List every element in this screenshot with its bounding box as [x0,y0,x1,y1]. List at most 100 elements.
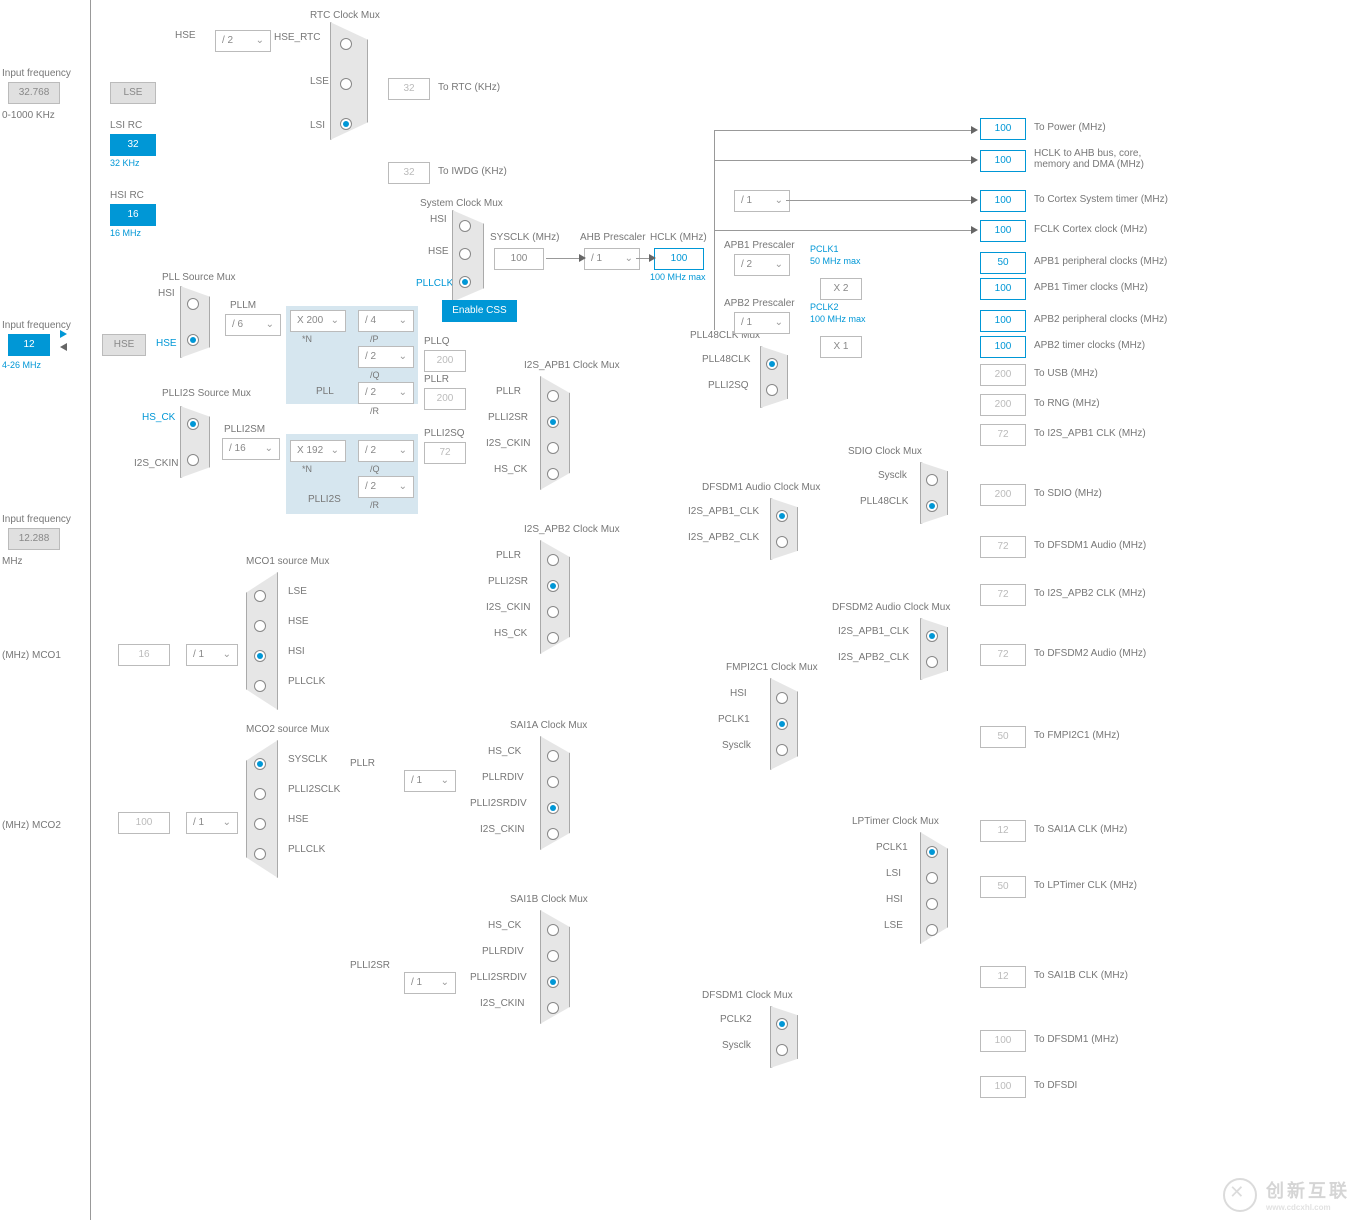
sai1b-plli2sr-div[interactable]: / 1 [404,972,456,994]
pllq[interactable]: / 2 [358,346,414,368]
lptimer-r2[interactable] [926,898,938,910]
sai1b-r2[interactable] [547,976,559,988]
dfsdm1a-mux[interactable] [770,498,798,560]
lse-freq[interactable]: 32.768 [8,82,60,104]
dfsdm1-r0[interactable] [776,1018,788,1030]
sai1a-r3[interactable] [547,828,559,840]
apb1-div[interactable]: / 2 [734,254,790,276]
sai1a-pllr-div[interactable]: / 1 [404,770,456,792]
hse-freq[interactable]: 12 [8,334,50,356]
apb2p-lbl: APB2 peripheral clocks (MHz) [1034,314,1167,325]
i2sapb1-r3[interactable] [547,468,559,480]
i2sapb1-r2[interactable] [547,442,559,454]
sys-radio-hse[interactable] [459,248,471,260]
sdio-mux[interactable] [920,462,948,524]
dfsdm2a-r1[interactable] [926,656,938,668]
rtc-radio-lsi[interactable] [340,118,352,130]
apb2t-val[interactable]: 100 [980,336,1026,358]
dfsdm2a-mux[interactable] [920,618,948,680]
dfsdm1a-r1[interactable] [776,536,788,548]
cortex-val[interactable]: 100 [980,190,1026,212]
fmpi2c-r1[interactable] [776,718,788,730]
plli2sr[interactable]: / 2 [358,476,414,498]
i2sapb2-r3[interactable] [547,632,559,644]
mco2-div[interactable]: / 1 [186,812,238,834]
mco1-r0[interactable] [254,590,266,602]
sys-radio-pllclk[interactable] [459,276,471,288]
pllsrc-mux[interactable] [180,286,210,358]
i2sapb2-lbl: To I2S_APB2 CLK (MHz) [1034,588,1146,599]
pll48-r1[interactable] [766,384,778,396]
plli2sn[interactable]: X 192 [290,440,346,462]
dfsdm1a-a: I2S_APB1_CLK [688,506,759,517]
plli2sm-sel[interactable]: / 16 [222,438,280,460]
power-val[interactable]: 100 [980,118,1026,140]
dfsdm2a-r0[interactable] [926,630,938,642]
sai1b-r1[interactable] [547,950,559,962]
plln[interactable]: X 200 [290,310,346,332]
sai1b-r0[interactable] [547,924,559,936]
i2s-unit: MHz [2,556,23,567]
lptimer-r3[interactable] [926,924,938,936]
sai1b-r3[interactable] [547,1002,559,1014]
mco1-r3[interactable] [254,680,266,692]
plli2sq[interactable]: / 2 [358,440,414,462]
sdio-r0[interactable] [926,474,938,486]
apb1p-val[interactable]: 50 [980,252,1026,274]
hclkb-val[interactable]: 100 [980,150,1026,172]
i2sapb2-r0[interactable] [547,554,559,566]
ahb-sel[interactable]: / 1 [584,248,640,270]
apb2-div[interactable]: / 1 [734,312,790,334]
pllsrc-radio-hsi[interactable] [187,298,199,310]
hclk-val[interactable]: 100 [654,248,704,270]
mco2-r0[interactable] [254,758,266,770]
pll48-mux[interactable] [760,346,788,408]
cortex-div[interactable]: / 1 [734,190,790,212]
plli2s-radio-hsck[interactable] [187,418,199,430]
i2sapb2-r2[interactable] [547,606,559,618]
sdio-r1[interactable] [926,500,938,512]
plli2s-mux[interactable] [180,406,210,478]
mco2-r2[interactable] [254,818,266,830]
i2sapb1-r1[interactable] [547,416,559,428]
dfsdm1-mux[interactable] [770,1006,798,1068]
pll-title: PLL [316,386,334,397]
rtc-radio-hse[interactable] [340,38,352,50]
sai1a-r0[interactable] [547,750,559,762]
mco2-o1: PLLI2SCLK [288,784,340,795]
pllsrc-radio-hse[interactable] [187,334,199,346]
i2sapb2-r1[interactable] [547,580,559,592]
arrow-hclkb [971,156,978,164]
enable-css-button[interactable]: Enable CSS [442,300,517,322]
apb1t-val[interactable]: 100 [980,278,1026,300]
sai1a-r2[interactable] [547,802,559,814]
fmpi2c-title: FMPI2C1 Clock Mux [726,662,818,673]
pll48-r0[interactable] [766,358,778,370]
rtc-hse-div[interactable]: / 2 [215,30,271,52]
dfsdm1-r1[interactable] [776,1044,788,1056]
mco2-r1[interactable] [254,788,266,800]
mco1-r2[interactable] [254,650,266,662]
sysclk-hsi: HSI [430,214,447,225]
sys-radio-hsi[interactable] [459,220,471,232]
fclk-val[interactable]: 100 [980,220,1026,242]
rtc-radio-lse[interactable] [340,78,352,90]
i2sapb1-r0[interactable] [547,390,559,402]
mco2-r3[interactable] [254,848,266,860]
fmpi2c-r2[interactable] [776,744,788,756]
pllm-sel[interactable]: / 6 [225,314,281,336]
apb2p-val[interactable]: 100 [980,310,1026,332]
dfsdm1a-r0[interactable] [776,510,788,522]
lptimer-r1[interactable] [926,872,938,884]
mco1-div[interactable]: / 1 [186,644,238,666]
pllr[interactable]: / 2 [358,382,414,404]
i2s-freq[interactable]: 12.288 [8,528,60,550]
mco1-r1[interactable] [254,620,266,632]
pllp[interactable]: / 4 [358,310,414,332]
lptimer-r0[interactable] [926,846,938,858]
fmpi2c-r0[interactable] [776,692,788,704]
sai1a-r1[interactable] [547,776,559,788]
plli2s-radio-i2s[interactable] [187,454,199,466]
dfsdm1-lbl: To DFSDM1 (MHz) [1034,1034,1118,1045]
watermark: 创新互联 www.cdcxhl.com [1223,1177,1350,1212]
